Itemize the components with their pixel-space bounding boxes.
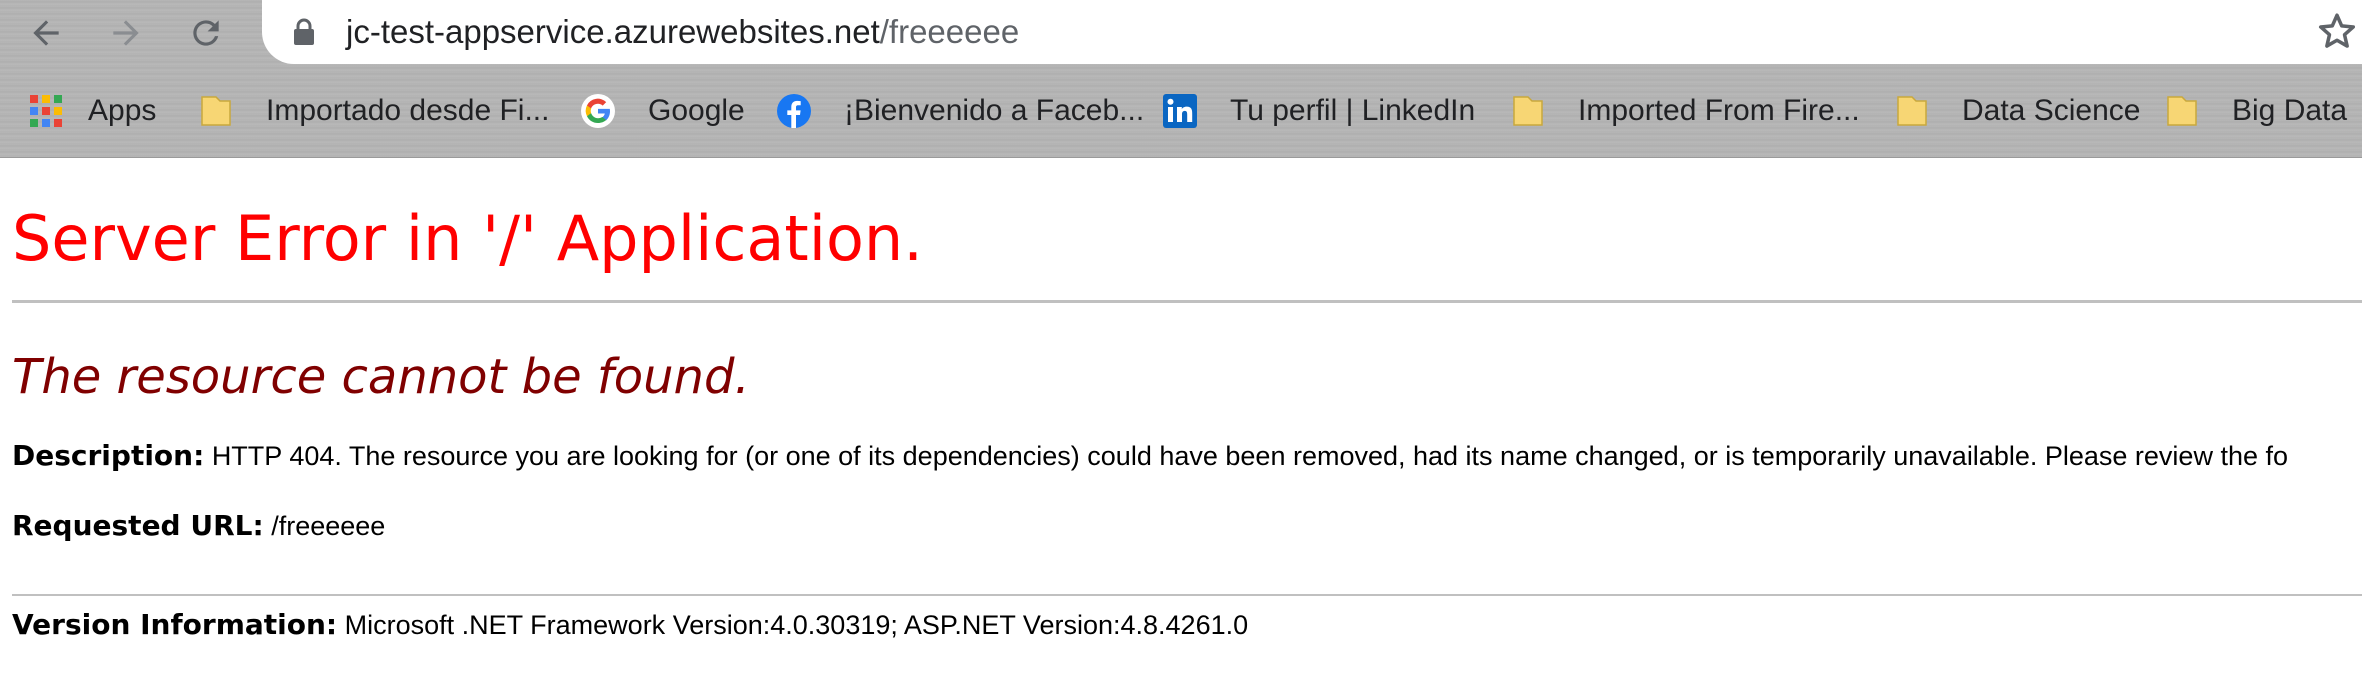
bookmark-data-science[interactable]: Data Science xyxy=(1894,82,2140,140)
forward-button[interactable] xyxy=(98,5,154,61)
reload-icon xyxy=(193,20,219,46)
divider xyxy=(12,300,2362,303)
bookmark-importado[interactable]: Importado desde Fi... xyxy=(198,82,549,140)
star-icon[interactable] xyxy=(2316,10,2358,52)
address-text[interactable]: jc-test-appservice.azurewebsites.net/fre… xyxy=(346,8,1019,56)
facebook-icon xyxy=(777,94,811,128)
folder-icon xyxy=(1513,96,1543,126)
bookmark-label: Importado desde Fi... xyxy=(266,94,550,127)
bookmark-apps[interactable]: Apps xyxy=(28,82,156,140)
divider xyxy=(12,594,2362,596)
bookmark-google[interactable]: Google xyxy=(580,82,745,140)
folder-icon xyxy=(1897,96,1927,126)
folder-icon xyxy=(2167,96,2197,126)
page-title: Server Error in '/' Application. xyxy=(12,202,923,275)
bookmark-label: Tu perfil | LinkedIn xyxy=(1230,94,1476,127)
browser-chrome: jc-test-appservice.azurewebsites.net/fre… xyxy=(0,0,2362,158)
requested-url-line: Requested URL: /freeeeee xyxy=(12,509,385,543)
address-bar[interactable]: jc-test-appservice.azurewebsites.net/fre… xyxy=(262,0,2362,64)
reload-button[interactable] xyxy=(178,5,234,61)
requested-url-label: Requested URL: xyxy=(12,509,264,542)
description-label: Description: xyxy=(12,439,205,472)
address-host: jc-test-appservice.azurewebsites.net xyxy=(346,13,880,50)
description-line: Description: HTTP 404. The resource you … xyxy=(12,439,2288,473)
bookmark-facebook[interactable]: ¡Bienvenido a Faceb... xyxy=(776,82,1144,140)
lock-icon xyxy=(294,18,314,45)
apps-grid-icon xyxy=(30,95,62,127)
requested-url-value: /freeeeee xyxy=(271,511,386,541)
bookmark-imported-from-firefox[interactable]: Imported From Fire... xyxy=(1510,82,1860,140)
error-subtitle: The resource cannot be found. xyxy=(12,349,750,405)
arrow-left-icon xyxy=(33,20,59,46)
description-text: HTTP 404. The resource you are looking f… xyxy=(211,441,2288,471)
version-value: Microsoft .NET Framework Version:4.0.303… xyxy=(344,610,1249,640)
arrow-right-icon xyxy=(113,20,139,46)
bookmark-label: Google xyxy=(648,94,745,127)
back-button[interactable] xyxy=(18,5,74,61)
bookmark-label: Data Science xyxy=(1962,94,2141,127)
bookmarks-bar: Apps Importado desde Fi... Google ¡Bienv… xyxy=(0,82,2362,140)
bookmark-linkedin[interactable]: Tu perfil | LinkedIn xyxy=(1162,82,1475,140)
linkedin-icon xyxy=(1163,94,1197,128)
bookmark-label: Apps xyxy=(88,94,157,127)
version-line: Version Information: Microsoft .NET Fram… xyxy=(12,608,1248,642)
version-label: Version Information: xyxy=(12,608,338,641)
bookmark-label: ¡Bienvenido a Faceb... xyxy=(844,94,1145,127)
folder-icon xyxy=(201,96,231,126)
google-icon xyxy=(581,94,615,128)
bookmark-label: Big Data xyxy=(2232,94,2348,127)
address-path: /freeeeee xyxy=(879,13,1020,50)
bookmark-label: Imported From Fire... xyxy=(1578,94,1860,127)
bookmark-big-data[interactable]: Big Data xyxy=(2164,82,2347,140)
